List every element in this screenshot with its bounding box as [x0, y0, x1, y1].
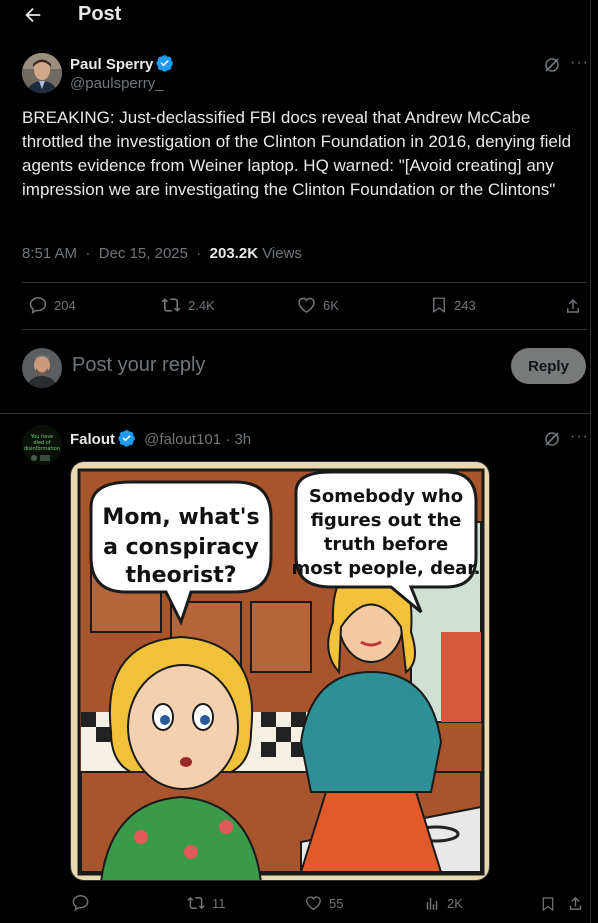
views-icon — [426, 897, 438, 910]
reply-icon[interactable] — [71, 893, 90, 912]
speech-bubble-right-line: Somebody who — [309, 486, 463, 507]
speech-bubble-left-line: Mom, what's — [102, 505, 259, 530]
repost-count: 2.4K — [188, 297, 215, 313]
speech-bubble-right-line: figures out the — [311, 510, 462, 531]
reply-repost-action[interactable]: 11 — [186, 894, 226, 912]
reply-count: 204 — [54, 297, 76, 313]
reply-author-name-text[interactable]: Falout — [70, 431, 115, 448]
reply-input[interactable]: Post your reply — [72, 354, 205, 377]
more-icon[interactable]: ··· — [570, 428, 589, 446]
more-icon[interactable]: ··· — [570, 54, 589, 72]
author-name-text[interactable]: Paul Sperry — [70, 56, 153, 73]
author-name[interactable]: Paul Sperry — [70, 54, 174, 73]
reply-action[interactable]: 204 — [28, 295, 76, 315]
current-user-avatar[interactable] — [22, 348, 62, 388]
reply-time[interactable]: 3h — [234, 431, 251, 448]
reply-author-avatar[interactable]: You have died of disinformation — [22, 425, 62, 465]
reply-author-handle[interactable]: @falout101 — [144, 431, 221, 448]
verified-badge-icon — [118, 430, 135, 447]
like-icon — [306, 896, 321, 911]
grok-icon[interactable] — [543, 430, 561, 448]
bookmark-icon[interactable] — [540, 895, 556, 913]
post-metadata: 8:51 AM · Dec 15, 2025 · 203.2K Views — [22, 245, 302, 262]
back-arrow-icon[interactable] — [22, 4, 44, 26]
like-action[interactable]: 6K — [296, 295, 339, 315]
page-header: Post — [0, 0, 590, 32]
share-icon[interactable] — [567, 894, 584, 913]
repost-icon — [187, 896, 205, 910]
repost-action[interactable]: 2.4K — [160, 295, 215, 315]
post-text: BREAKING: Just-declassified FBI docs rev… — [22, 108, 572, 199]
author-avatar[interactable] — [22, 53, 62, 93]
page-title: Post — [78, 3, 122, 25]
girl-figure — [100, 635, 262, 880]
section-separator — [0, 413, 591, 414]
meta-dot: · — [81, 245, 95, 262]
repost-icon — [161, 298, 181, 312]
post-image[interactable]: Mom, what's a conspiracy theorist? Someb… — [70, 461, 490, 881]
like-icon — [298, 297, 315, 313]
repost-count: 11 — [212, 895, 226, 911]
post-date[interactable]: Dec 15, 2025 — [99, 245, 188, 262]
bookmark-action[interactable]: 243 — [430, 295, 476, 315]
divider — [22, 282, 587, 283]
speech-bubble-left-line: theorist? — [126, 563, 237, 588]
meta-dot: · — [192, 245, 206, 262]
views-label: Views — [262, 245, 302, 262]
speech-bubble-right-line: most people, dear. — [292, 558, 481, 579]
speech-bubble-left-line: a conspiracy — [103, 535, 259, 560]
like-count: 6K — [323, 297, 339, 313]
share-icon[interactable] — [564, 296, 582, 316]
bookmark-icon — [433, 297, 445, 314]
speech-bubble-right-line: truth before — [324, 534, 448, 555]
reply-like-action[interactable]: 55 — [304, 894, 343, 912]
author-handle[interactable]: @paulsperry_ — [70, 75, 164, 92]
reply-views-action[interactable]: 2K — [423, 894, 463, 912]
main-column: Post Paul Sperry @paulsperry_ ··· BREAKI… — [0, 0, 591, 923]
reply-icon — [29, 297, 47, 314]
views-count: 2K — [447, 895, 463, 911]
bookmark-count: 243 — [454, 297, 476, 313]
svg-text:disinformation: disinformation — [24, 446, 60, 452]
post-time[interactable]: 8:51 AM — [22, 245, 77, 262]
divider — [22, 329, 587, 330]
verified-badge-icon — [156, 55, 174, 72]
views-count: 203.2K — [209, 245, 259, 262]
like-count: 55 — [329, 895, 344, 911]
reply-button[interactable]: Reply — [511, 348, 586, 384]
grok-icon[interactable] — [543, 56, 561, 74]
reply-author-name[interactable]: Falout @falout101 · 3h — [70, 429, 251, 448]
